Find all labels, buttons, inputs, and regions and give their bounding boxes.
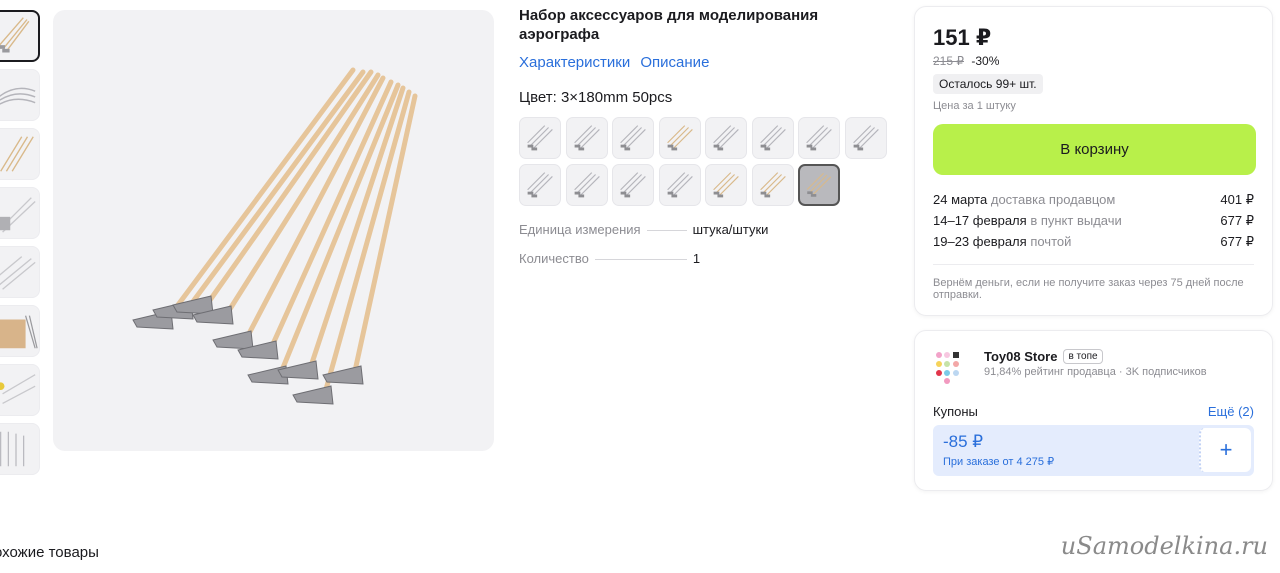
store-meta: 91,84% рейтинг продавца · 3K подписчиков xyxy=(984,366,1207,378)
delivery-price: 677 ₽ xyxy=(1220,234,1254,249)
thumbnail[interactable] xyxy=(0,423,40,475)
refund-note: Вернём деньги, если не получите заказ че… xyxy=(933,277,1244,301)
coupon: -85 ₽ При заказе от 4 275 ₽ + xyxy=(933,425,1254,476)
delivery-method: в пункт выдачи xyxy=(1030,213,1122,228)
delivery-price: 677 ₽ xyxy=(1220,213,1254,228)
color-swatch[interactable] xyxy=(658,117,701,159)
store-header[interactable]: Toy08 Store в топе 91,84% рейтинг продав… xyxy=(933,349,1254,389)
discount-badge: -30% xyxy=(971,54,1000,68)
current-price: 151 ₽ xyxy=(933,25,992,50)
store-name-row: Toy08 Store в топе xyxy=(984,349,1207,364)
coupons-header: Купоны Ещё (2) xyxy=(933,404,1254,419)
buy-card: 151 ₽ 215 ₽ -30% Осталось 99+ шт. Цена з… xyxy=(914,6,1273,316)
thumbnail[interactable] xyxy=(0,305,40,357)
thumbnail-strip xyxy=(0,10,40,482)
delivery-date: 24 марта xyxy=(933,192,988,207)
spec-name: Количество xyxy=(519,251,589,266)
thumbnail[interactable] xyxy=(0,246,40,298)
color-swatch[interactable] xyxy=(612,164,654,206)
color-swatch[interactable] xyxy=(705,117,747,159)
delivery-option: 19–23 февраля почтой 677 ₽ xyxy=(933,231,1254,252)
delivery-date: 19–23 февраля xyxy=(933,234,1027,249)
thumbnail[interactable] xyxy=(0,187,40,239)
similar-products-heading: охожие товары xyxy=(0,544,99,561)
store-name: Toy08 Store xyxy=(984,349,1058,364)
color-swatch[interactable] xyxy=(519,117,561,159)
delivery-option: 14–17 февраля в пункт выдачи 677 ₽ xyxy=(933,210,1254,231)
coupon-body: -85 ₽ При заказе от 4 275 ₽ xyxy=(933,425,1199,476)
old-price: 215 ₽ xyxy=(933,54,964,68)
product-info: Набор аксессуаров для моделирования аэро… xyxy=(519,6,899,266)
color-swatch[interactable] xyxy=(751,117,794,159)
spec-row: Количество 1 xyxy=(519,251,899,266)
main-product-image[interactable] xyxy=(53,10,494,451)
add-coupon-button[interactable]: + xyxy=(1199,428,1251,472)
thumbnail[interactable] xyxy=(0,69,40,121)
spec-value: 1 xyxy=(692,251,701,266)
coupons-label: Купоны xyxy=(933,404,978,419)
thumbnail[interactable] xyxy=(0,10,40,62)
link-description[interactable]: Описание xyxy=(640,54,709,71)
store-subscribers: 3K подписчиков xyxy=(1125,366,1207,378)
color-swatch[interactable] xyxy=(705,164,747,206)
store-logo xyxy=(936,352,959,384)
thumbnail[interactable] xyxy=(0,128,40,180)
specs: Единица измерения штука/штуки Количество… xyxy=(519,222,899,266)
coupon-condition: При заказе от 4 275 ₽ xyxy=(943,456,1055,468)
top-badge: в топе xyxy=(1063,349,1103,364)
delivery-method: почтой xyxy=(1030,234,1072,249)
color-swatch[interactable] xyxy=(565,117,608,159)
color-label: Цвет: 3×180mm 50pcs xyxy=(519,89,673,106)
color-swatch[interactable] xyxy=(519,164,561,206)
color-swatch[interactable] xyxy=(798,164,840,206)
unit-note: Цена за 1 штуку xyxy=(933,100,1016,112)
spec-divider xyxy=(646,230,687,231)
delivery-price: 401 ₽ xyxy=(1220,192,1254,207)
stock-badge: Осталось 99+ шт. xyxy=(933,74,1043,94)
thumbnail[interactable] xyxy=(0,364,40,416)
spec-row: Единица измерения штука/штуки xyxy=(519,222,899,237)
color-swatch[interactable] xyxy=(658,164,701,206)
link-characteristics[interactable]: Характеристики xyxy=(519,54,630,71)
divider xyxy=(933,264,1254,265)
coupon-amount: -85 ₽ xyxy=(943,432,984,451)
spec-value: штука/штуки xyxy=(692,222,769,237)
old-price-row: 215 ₽ -30% xyxy=(933,54,1254,68)
add-to-cart-button[interactable]: В корзину xyxy=(933,124,1256,175)
color-swatch[interactable] xyxy=(565,164,608,206)
color-swatch[interactable] xyxy=(612,117,654,159)
product-links: Характеристики Описание xyxy=(519,54,899,71)
delivery-method: доставка продавцом xyxy=(990,192,1116,207)
delivery-option: 24 марта доставка продавцом 401 ₽ xyxy=(933,189,1254,210)
airbrush-clips-photo xyxy=(132,67,418,405)
store-card: Toy08 Store в топе 91,84% рейтинг продав… xyxy=(914,330,1273,491)
product-title: Набор аксессуаров для моделирования аэро… xyxy=(519,7,819,43)
spec-name: Единица измерения xyxy=(519,222,641,237)
coupons-more-link[interactable]: Ещё (2) xyxy=(1208,404,1254,419)
delivery-options: 24 марта доставка продавцом 401 ₽ 14–17 … xyxy=(933,189,1254,252)
color-swatch[interactable] xyxy=(844,117,887,159)
color-swatch[interactable] xyxy=(751,164,794,206)
color-swatches xyxy=(519,117,899,206)
watermark: uSamodelkina.ru xyxy=(1060,532,1268,560)
store-rating: 91,84% рейтинг продавца xyxy=(984,366,1116,378)
spec-divider xyxy=(594,259,687,260)
delivery-date: 14–17 февраля xyxy=(933,213,1027,228)
color-swatch[interactable] xyxy=(798,117,840,159)
